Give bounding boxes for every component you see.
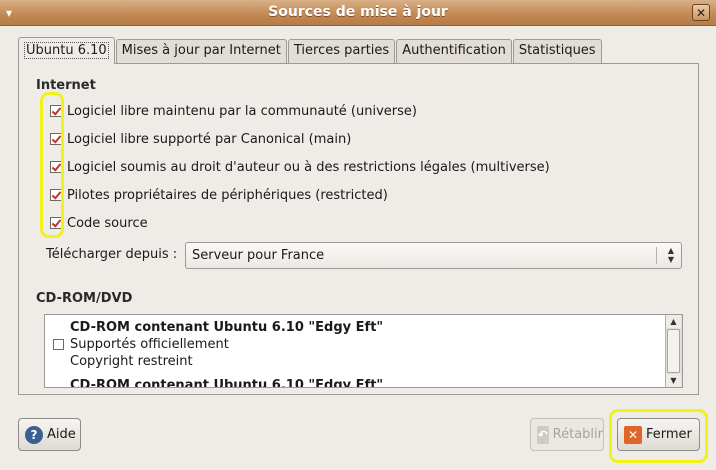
restricted-label: Pilotes propriétaires de périphériques (… [67,187,388,203]
component-main[interactable]: Logiciel libre supporté par Canonical (m… [50,130,351,148]
download-server-combo[interactable]: Serveur pour France ▲ ▼ [185,242,682,269]
component-restricted[interactable]: Pilotes propriétaires de périphériques (… [50,186,388,204]
help-icon: ? [25,425,43,444]
universe-label: Logiciel libre maintenu par la communaut… [67,103,417,119]
tab-third-party[interactable]: Tierces parties [287,39,396,63]
tab-bar: Ubuntu 6.10 Mises à jour par Internet Ti… [18,37,603,64]
scroll-down-icon[interactable]: ▼ [666,374,681,387]
download-from-label: Télécharger depuis : [46,247,178,262]
tab-ubuntu[interactable]: Ubuntu 6.10 [18,37,115,64]
tab-statistics[interactable]: Statistiques [512,39,602,63]
help-button[interactable]: ? Aide [18,418,81,451]
main-label: Logiciel libre supporté par Canonical (m… [67,131,352,147]
component-source-code[interactable]: Code source [50,214,148,232]
cdrom-title: CD-ROM contenant Ubuntu 6.10 "Edgy Eft" [70,378,384,388]
component-multiverse[interactable]: Logiciel soumis au droit d'auteur ou à d… [50,158,550,176]
cdrom-list[interactable]: CD-ROM contenant Ubuntu 6.10 "Edgy Eft" … [44,314,683,388]
internet-section-title: Internet [36,78,96,93]
download-server-value: Serveur pour France [192,248,325,263]
checkbox-highlight [40,92,64,238]
cdrom-copyright: Copyright restreint [70,354,193,369]
combo-arrows-icon: ▲ ▼ [667,246,674,264]
revert-button[interactable]: ↶ Rétablir [530,418,604,451]
title-bar: ▾ Sources de mise à jour ✕ [0,0,716,26]
revert-label: Rétablir [552,427,603,442]
cdrom-scrollbar[interactable]: ▲ ▼ [665,315,682,387]
component-universe[interactable]: Logiciel libre maintenu par la communaut… [50,102,417,120]
scroll-up-icon[interactable]: ▲ [666,315,681,328]
cdrom-title: CD-ROM contenant Ubuntu 6.10 "Edgy Eft" [70,320,384,335]
help-label: Aide [47,427,76,442]
scroll-thumb[interactable] [667,329,680,373]
combo-separator [656,247,657,264]
cdrom-support: Supportés officiellement [70,337,229,352]
cdrom-section-title: CD-ROM/DVD [36,291,133,306]
close-button-highlight [609,409,708,463]
window-close-button[interactable]: ✕ [692,4,710,21]
revert-icon: ↶ [537,425,549,444]
multiverse-label: Logiciel soumis au droit d'auteur ou à d… [67,159,550,175]
tab-internet-updates[interactable]: Mises à jour par Internet [115,39,287,63]
tab-authentication[interactable]: Authentification [396,39,512,63]
cdrom-checkbox[interactable] [53,339,64,350]
window-title: Sources de mise à jour [268,4,448,20]
source-code-label: Code source [67,215,148,231]
